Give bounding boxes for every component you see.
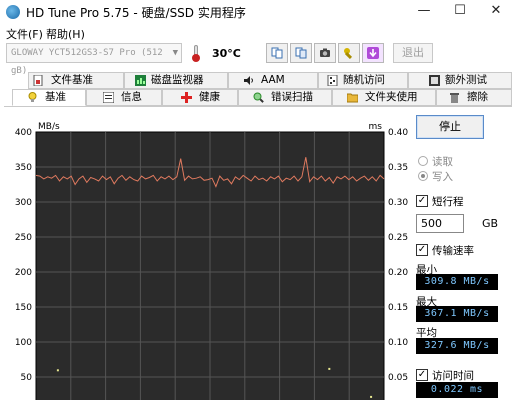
options-button[interactable] — [338, 43, 360, 63]
access-time-point — [370, 395, 373, 398]
y-tick-left: 400 — [15, 128, 32, 138]
chevron-down-icon: ▼ — [172, 48, 178, 58]
avg-value: 327.6 MB/s — [416, 338, 498, 354]
y-tick-right: 0.35 — [388, 163, 408, 173]
tab-label: 额外测试 — [445, 74, 487, 86]
temperature-readout: 30°C — [212, 47, 241, 60]
y-tick-left: 200 — [15, 268, 32, 278]
y-tick-left: 250 — [15, 233, 32, 243]
y-axis-label-right: ms — [369, 122, 383, 132]
exit-button[interactable]: 退出 — [393, 43, 433, 63]
access-time-checkbox[interactable]: ✓ — [416, 369, 428, 381]
tab-label: 信息 — [121, 91, 142, 103]
toolbar: GLOWAY YCT512GS3-S7 Pro (512 gB) ▼ 30°C … — [0, 42, 514, 76]
tab-aam[interactable]: AAM — [228, 72, 318, 89]
benchmark-icon — [28, 92, 37, 102]
menu-file[interactable]: 文件(F) — [6, 26, 43, 42]
tab-row-bottom: 基准 信息 健康 错误扫描 文件夹使用 擦除 — [0, 89, 514, 106]
write-radio[interactable] — [418, 171, 428, 181]
short-stroke-input[interactable]: 500 — [416, 214, 464, 233]
tab-label: AAM — [261, 74, 285, 86]
menu-help[interactable]: 帮助(H) — [46, 26, 85, 42]
download-arrow-icon — [367, 47, 379, 59]
y-tick-left: 150 — [15, 303, 32, 313]
transfer-rate-checkbox[interactable]: ✓ — [416, 244, 428, 256]
write-radio-label: 写入 — [432, 171, 453, 183]
tab-random-access[interactable]: 随机访问 — [318, 72, 408, 89]
tab-label: 文件夹使用 — [365, 91, 418, 103]
health-cross-icon — [181, 92, 192, 103]
file-benchmark-icon — [33, 75, 43, 86]
speaker-icon — [244, 76, 253, 85]
y-tick-left: 300 — [15, 198, 32, 208]
tab-row-top: 文件基准 磁盘监视器 AAM 随机访问 额外测试 — [0, 72, 514, 89]
trash-icon — [450, 93, 459, 103]
wrench-icon — [344, 48, 353, 59]
y-tick-right: 0.40 — [388, 128, 408, 138]
extra-tests-icon — [429, 75, 440, 86]
y-tick-right: 0.30 — [388, 198, 408, 208]
tab-info[interactable]: 信息 — [86, 89, 162, 106]
tab-label: 健康 — [199, 91, 220, 103]
tab-label: 错误扫描 — [271, 91, 313, 103]
transfer-rate-label: 传输速率 — [432, 245, 474, 257]
tab-label: 擦除 — [467, 91, 488, 103]
tab-label: 基准 — [45, 91, 66, 103]
short-stroke-label: 短行程 — [432, 196, 464, 208]
read-radio-label: 读取 — [432, 156, 453, 168]
camera-icon — [320, 48, 330, 57]
thermometer-icon — [192, 45, 200, 62]
folder-icon — [347, 93, 358, 103]
copy-info-button[interactable] — [266, 43, 288, 63]
app-icon — [6, 5, 20, 19]
info-icon — [103, 92, 114, 103]
copy-text-button[interactable] — [290, 43, 312, 63]
tab-extra-tests[interactable]: 额外测试 — [408, 72, 512, 89]
min-value: 309.8 MB/s — [416, 274, 498, 290]
access-time-point — [56, 369, 59, 372]
short-stroke-checkbox[interactable]: ✓ — [416, 195, 428, 207]
y-tick-right: 0.25 — [388, 233, 408, 243]
drive-select[interactable]: GLOWAY YCT512GS3-S7 Pro (512 gB) ▼ — [6, 43, 182, 76]
save-button[interactable] — [362, 43, 384, 63]
tab-file-benchmark[interactable]: 文件基准 — [28, 72, 124, 89]
tab-health[interactable]: 健康 — [162, 89, 238, 106]
copy-icon — [271, 47, 283, 59]
access-time-point — [328, 367, 331, 370]
disk-monitor-icon — [135, 75, 146, 86]
copy-text-icon — [295, 47, 307, 59]
short-stroke-unit: GB — [482, 217, 499, 230]
y-tick-left: 50 — [21, 373, 33, 383]
y-axis-label-left: MB/s — [38, 122, 60, 132]
y-tick-right: 0.05 — [388, 373, 408, 383]
menu-bar: 文件(F) 帮助(H) — [0, 24, 514, 42]
y-tick-left: 350 — [15, 163, 32, 173]
magnifier-icon — [253, 92, 264, 103]
transfer-rate-chart: 400 350 300 250 200 150 100 50 0.40 0.35 0.30 0.25 0… — [15, 122, 408, 400]
minimize-button[interactable]: — — [406, 0, 442, 24]
y-tick-right: 0.20 — [388, 268, 408, 278]
tab-label: 文件基准 — [51, 74, 93, 86]
max-value: 367.1 MB/s — [416, 306, 498, 322]
screenshot-button[interactable] — [314, 43, 336, 63]
window-title: HD Tune Pro 5.75 - 硬盘/SSD 实用程序 — [26, 6, 246, 20]
tab-benchmark[interactable]: 基准 — [12, 89, 86, 106]
close-button[interactable]: ✕ — [478, 0, 514, 24]
access-time-label: 访问时间 — [432, 370, 474, 382]
start-stop-button[interactable]: 停止 — [416, 115, 484, 139]
title-bar: HD Tune Pro 5.75 - 硬盘/SSD 实用程序 — ☐ ✕ — [0, 0, 514, 24]
y-tick-right: 0.10 — [388, 338, 408, 348]
y-tick-left: 100 — [15, 338, 32, 348]
random-access-icon — [327, 75, 338, 86]
tab-label: 随机访问 — [343, 74, 385, 86]
access-time-value: 0.022 ms — [416, 382, 498, 398]
tab-disk-monitor[interactable]: 磁盘监视器 — [124, 72, 228, 89]
tab-label: 磁盘监视器 — [151, 74, 204, 86]
tab-erase[interactable]: 擦除 — [436, 89, 512, 106]
tab-error-scan[interactable]: 错误扫描 — [238, 89, 332, 106]
maximize-button[interactable]: ☐ — [442, 0, 478, 24]
read-radio[interactable] — [418, 156, 428, 166]
tab-folder-usage[interactable]: 文件夹使用 — [332, 89, 436, 106]
y-tick-right: 0.15 — [388, 303, 408, 313]
